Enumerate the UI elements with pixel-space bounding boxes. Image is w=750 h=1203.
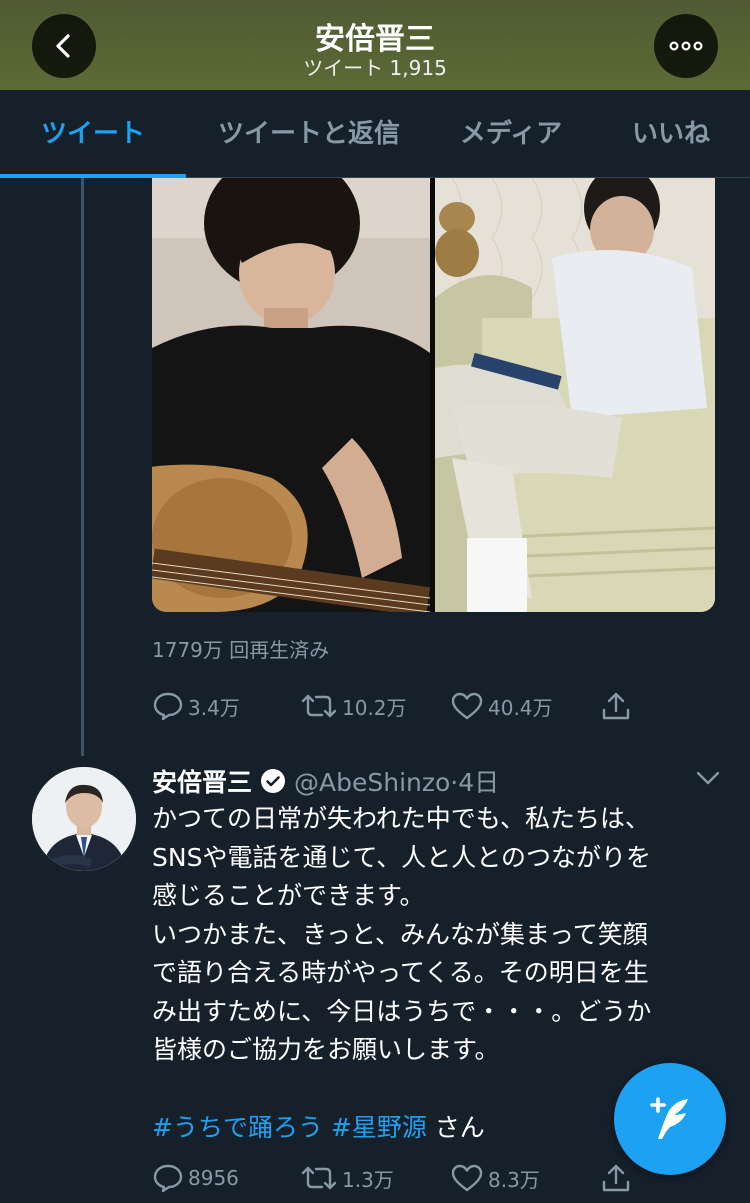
view-count: 1779万 回再生済み: [152, 638, 330, 662]
tweet-header: 安倍晋三 @AbeShinzo·4日: [152, 763, 499, 799]
like-button[interactable]: 40.4万: [450, 686, 553, 726]
share-button[interactable]: [600, 686, 632, 726]
more-icon: [669, 41, 703, 51]
tweet-actions: 3.4万 10.2万 40.4万: [152, 686, 652, 726]
hashtag-line: #うちで踊ろう #星野源 さん: [152, 1108, 485, 1144]
tweet-line: かつての日常が失われた中でも、私たちは、: [152, 804, 651, 833]
retweet-icon: [301, 694, 337, 718]
share-icon: [602, 1164, 630, 1192]
like-count: 8.3万: [488, 1167, 540, 1192]
tweet-count: ツイート 1,915: [303, 56, 447, 80]
reply-icon: [153, 692, 183, 721]
video-frame: [152, 178, 715, 612]
reply-button[interactable]: 8956: [152, 1158, 239, 1198]
tweet-line: 感じることができます。: [152, 881, 425, 910]
heart-icon: [451, 1164, 483, 1192]
tweet-line: み出すために、今日はうちで・・・。どうか: [152, 996, 652, 1026]
share-icon: [602, 692, 630, 720]
compose-feather-icon: [650, 1097, 688, 1139]
reply-icon: [153, 1164, 183, 1193]
tab-likes[interactable]: いいね: [604, 90, 738, 178]
tweet-line: 皆様のご協力をお願いします。: [152, 1035, 500, 1064]
like-button[interactable]: 8.3万: [450, 1158, 540, 1198]
hashtag-hoshinogen[interactable]: #星野源: [331, 1113, 427, 1142]
reply-count: 8956: [188, 1166, 239, 1190]
tweet-line: で語り合える時がやってくる。その明日を生: [152, 958, 649, 987]
avatar[interactable]: [32, 767, 136, 871]
author-name[interactable]: 安倍晋三: [152, 763, 252, 799]
tweet-text: かつての日常が失われた中でも、私たちは、 SNSや電話を通じて、人と人とのつなが…: [152, 800, 727, 1070]
hashtag-uchidedoro[interactable]: #うちで踊ろう: [152, 1113, 323, 1142]
verified-badge-icon: [261, 769, 286, 793]
retweet-count: 1.3万: [342, 1167, 394, 1192]
compose-tweet-button[interactable]: [614, 1063, 726, 1175]
like-count: 40.4万: [488, 695, 553, 720]
tab-tweets-and-replies[interactable]: ツイートと返信: [196, 90, 422, 178]
thread-line: [81, 178, 84, 756]
tweet-line: SNSや電話を通じて、人と人とのつながりを: [152, 842, 651, 872]
tab-media[interactable]: メディア: [440, 90, 582, 178]
reply-count: 3.4万: [188, 695, 240, 720]
profile-tabs: ツイート ツイートと返信 メディア いいね: [0, 90, 750, 178]
tweet-line: いつかまた、きっと、みんなが集まって笑顔: [152, 919, 648, 949]
chevron-down-icon[interactable]: [694, 768, 722, 788]
more-button[interactable]: [654, 14, 718, 78]
tweet-actions: 8956 1.3万 8.3万: [152, 1158, 652, 1198]
hashtag-suffix: さん: [426, 1113, 485, 1142]
reply-button[interactable]: 3.4万: [152, 686, 240, 726]
share-button[interactable]: [600, 1158, 632, 1198]
retweet-count: 10.2万: [342, 695, 407, 720]
avatar-image: [32, 767, 136, 871]
profile-header: 安倍晋三 ツイート 1,915: [0, 0, 750, 90]
tab-tweets[interactable]: ツイート: [0, 90, 186, 178]
heart-icon: [451, 692, 483, 720]
author-handle[interactable]: @AbeShinzo·4日: [294, 763, 499, 799]
tweet-video[interactable]: [152, 178, 715, 612]
retweet-button[interactable]: 1.3万: [300, 1158, 394, 1198]
retweet-icon: [301, 1166, 337, 1190]
retweet-button[interactable]: 10.2万: [300, 686, 407, 726]
